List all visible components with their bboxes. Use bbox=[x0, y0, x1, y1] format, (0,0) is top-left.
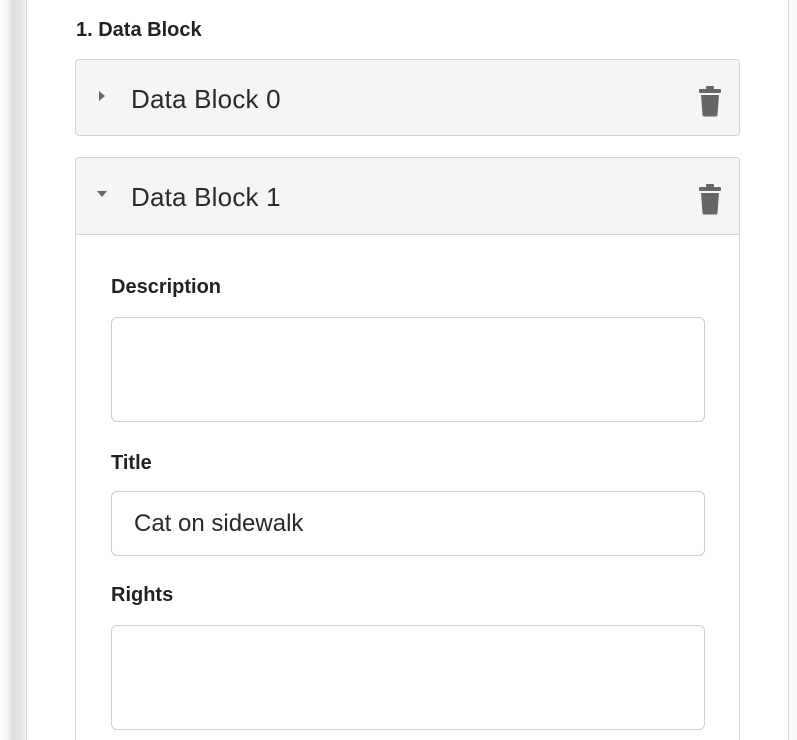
description-field[interactable] bbox=[111, 317, 705, 422]
data-block-1-header[interactable]: Data Block 1 bbox=[76, 158, 739, 235]
description-label: Description bbox=[111, 276, 222, 298]
left-divider bbox=[26, 0, 27, 740]
rights-label: Rights bbox=[111, 584, 174, 606]
left-edge-panel bbox=[0, 0, 27, 740]
title-field[interactable] bbox=[111, 491, 705, 556]
caret-down-icon bbox=[97, 191, 107, 197]
right-edge-panel bbox=[789, 0, 797, 740]
caret-right-icon bbox=[99, 91, 105, 101]
data-block-1-title: Data Block 1 bbox=[131, 182, 281, 212]
rights-field[interactable] bbox=[111, 625, 705, 730]
data-block-0: Data Block 0 bbox=[75, 59, 740, 136]
section-heading: 1. Data Block bbox=[76, 19, 202, 41]
data-block-1: Data Block 1 Description Title Rights bbox=[75, 157, 740, 740]
data-block-0-header[interactable]: Data Block 0 bbox=[76, 60, 739, 135]
trash-icon[interactable] bbox=[697, 85, 723, 117]
data-block-0-title: Data Block 0 bbox=[131, 84, 281, 114]
trash-icon[interactable] bbox=[697, 183, 723, 215]
page: 1. Data Block Data Block 0 Data Block 1 bbox=[0, 0, 797, 740]
title-label: Title bbox=[111, 452, 152, 474]
